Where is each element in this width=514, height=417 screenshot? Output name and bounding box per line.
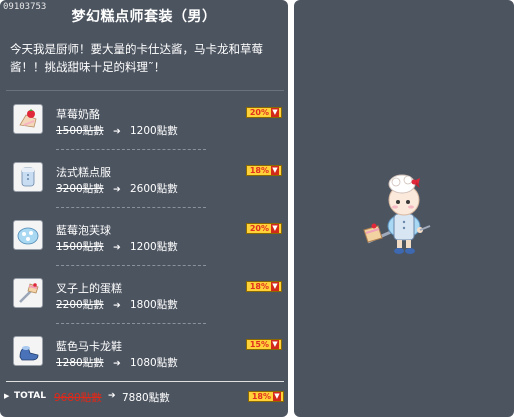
arrow-right-icon: ➔ (113, 359, 121, 369)
discount-badge: 18% ▼ (245, 281, 282, 292)
total-new-price: 7880點數 (122, 392, 170, 404)
item-divider (56, 323, 206, 324)
discount-value: 18% (249, 166, 269, 175)
item-old-price: 3200點數 (56, 183, 104, 195)
blue-macaron-shoes-icon (13, 336, 43, 366)
item-new-price: 2600點數 (129, 183, 178, 195)
arrow-right-icon: ➔ (108, 391, 116, 401)
total-row: ▶ TOTAL 9680點數 ➔ 7880點數 18% ▼ (4, 390, 284, 406)
package-item-cake-on-fork[interactable]: 叉子上的蛋糕 2200點數 ➔ 1800點數 18% ▼ (10, 272, 284, 332)
package-item-pastry-outfit[interactable]: 法式糕点服 3200點數 ➔ 2600點數 18% ▼ (10, 156, 284, 216)
item-name: 法式糕点服 (56, 166, 111, 179)
down-arrow-icon: ▼ (271, 340, 279, 349)
package-title: 梦幻糕点师套装（男） (71, 9, 217, 25)
discount-badge: 20% ▼ (245, 223, 282, 234)
total-discount-badge: 18% ▼ (247, 391, 284, 402)
bullet-icon: ▶ (4, 392, 10, 400)
discount-badge: 15% ▼ (245, 339, 282, 350)
discount-badge: 20% ▼ (245, 107, 282, 118)
discount-badge: 18% ▼ (245, 165, 282, 176)
item-divider (56, 207, 206, 208)
blueberry-puff-cape-icon (13, 220, 43, 250)
discount-value: 15% (249, 340, 269, 349)
down-arrow-icon: ▼ (271, 224, 279, 233)
header-divider (6, 90, 284, 91)
item-new-price: 1800點數 (129, 299, 178, 311)
item-name: 藍色马卡龙鞋 (56, 340, 122, 353)
package-item-blueberry-puff[interactable]: 藍莓泡芙球 1500點數 ➔ 1200點數 20% ▼ (10, 214, 284, 274)
item-name: 叉子上的蛋糕 (56, 282, 122, 295)
character-preview-image (363, 174, 431, 254)
item-divider (56, 149, 206, 150)
pastry-chef-outfit-icon (13, 162, 43, 192)
discount-value: 18% (249, 282, 269, 291)
item-prices: 2200點數 ➔ 1800點數 (56, 297, 178, 312)
item-new-price: 1200點數 (129, 125, 178, 137)
item-name: 藍莓泡芙球 (56, 224, 111, 237)
item-name: 草莓奶酪 (56, 108, 100, 121)
item-prices: 1280點數 ➔ 1080點數 (56, 355, 178, 370)
cake-on-fork-weapon-icon (13, 278, 43, 308)
package-description: 今天我是厨师！要大量的卡仕达酱，马卡龙和草莓酱！！挑战甜味十足的料理˜！ (10, 42, 263, 74)
item-prices: 1500點數 ➔ 1200點數 (56, 123, 178, 138)
total-old-price: 9680點數 (54, 392, 102, 404)
discount-value: 18% (251, 392, 271, 401)
total-label: TOTAL (14, 391, 46, 401)
strawberry-cheese-hat-icon (13, 104, 43, 134)
item-old-price: 2200點數 (56, 299, 104, 311)
discount-value: 20% (249, 108, 269, 117)
package-details-panel: 09103753 梦幻糕点师套装（男） 今天我是厨师！要大量的卡仕达酱，马卡龙和… (0, 0, 288, 417)
arrow-right-icon: ➔ (113, 185, 121, 195)
item-old-price: 1500點數 (56, 125, 104, 137)
arrow-right-icon: ➔ (113, 301, 121, 311)
total-divider (6, 381, 284, 382)
item-new-price: 1080點數 (129, 357, 178, 369)
item-old-price: 1280點數 (56, 357, 104, 369)
item-divider (56, 265, 206, 266)
down-arrow-icon: ▼ (271, 166, 279, 175)
item-old-price: 1500點數 (56, 241, 104, 253)
item-new-price: 1200點數 (129, 241, 178, 253)
package-item-strawberry-cheese[interactable]: 草莓奶酪 1500點數 ➔ 1200點數 20% ▼ (10, 98, 284, 158)
arrow-right-icon: ➔ (113, 127, 121, 137)
item-prices: 1500點數 ➔ 1200點數 (56, 239, 178, 254)
character-preview-panel (294, 0, 514, 417)
down-arrow-icon: ▼ (271, 282, 279, 291)
down-arrow-icon: ▼ (271, 108, 279, 117)
down-arrow-icon: ▼ (273, 392, 281, 401)
arrow-right-icon: ➔ (113, 243, 121, 253)
discount-value: 20% (249, 224, 269, 233)
item-prices: 3200點數 ➔ 2600點數 (56, 181, 178, 196)
